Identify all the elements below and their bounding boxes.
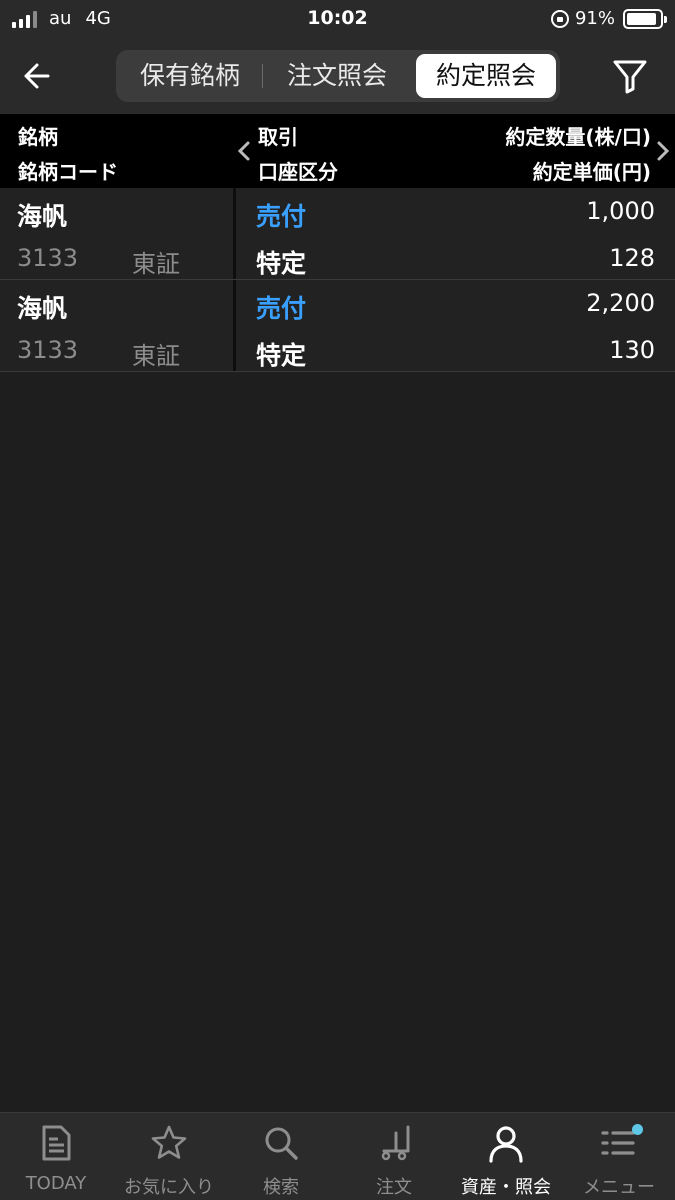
tab-label: 資産・照会: [461, 1177, 551, 1198]
tab-today[interactable]: TODAY: [0, 1113, 112, 1200]
column-divider: [233, 280, 236, 371]
market-label: 東証: [132, 250, 180, 278]
col-quantity: 約定数量(株/口): [505, 125, 651, 149]
person-icon: [489, 1126, 523, 1163]
chevron-right-icon[interactable]: [653, 140, 673, 162]
tab-holdings[interactable]: 保有銘柄: [120, 54, 260, 98]
trade-type: 売付: [256, 294, 307, 323]
tab-label: メニュー: [583, 1177, 655, 1198]
table-row[interactable]: 海帆 3133 東証 売付 特定 2,200 130: [0, 280, 675, 372]
col-code: 銘柄コード: [18, 160, 118, 184]
stock-name: 海帆: [17, 202, 68, 231]
tab-menu[interactable]: メニュー: [563, 1113, 675, 1200]
segment-control: 保有銘柄 注文照会 約定照会: [116, 50, 560, 102]
tab-label: 検索: [263, 1177, 299, 1198]
col-trade: 取引: [258, 125, 298, 149]
tab-executions[interactable]: 約定照会: [416, 54, 556, 98]
bottom-tab-bar: TODAY お気に入り 検索 注文 資産・照会 メニュー: [0, 1112, 675, 1200]
executed-price: 130: [609, 336, 655, 364]
execution-list: 海帆 3133 東証 売付 特定 1,000 128 海帆 3133 東証 売付…: [0, 188, 675, 372]
trade-type: 売付: [256, 202, 307, 231]
filter-icon[interactable]: [610, 56, 650, 96]
battery-icon: [623, 8, 667, 29]
col-account: 口座区分: [258, 160, 338, 184]
tab-orders[interactable]: 注文照会: [266, 54, 408, 98]
col-price: 約定単価(円): [532, 160, 651, 184]
column-header: 銘柄 銘柄コード 取引 口座区分 約定数量(株/口) 約定単価(円): [0, 114, 675, 188]
executed-price: 128: [609, 244, 655, 272]
tab-assets[interactable]: 資産・照会: [450, 1113, 562, 1200]
account-type: 特定: [256, 249, 307, 278]
battery-percent: 91%: [574, 8, 615, 29]
executed-quantity: 1,000: [586, 197, 655, 225]
cart-icon: [381, 1125, 410, 1161]
chevron-left-icon[interactable]: [234, 140, 254, 162]
executed-quantity: 2,200: [586, 289, 655, 317]
table-row[interactable]: 海帆 3133 東証 売付 特定 1,000 128: [0, 188, 675, 280]
orientation-lock-icon: [550, 9, 569, 28]
stock-code: 3133: [17, 244, 79, 272]
back-arrow-icon[interactable]: [18, 56, 58, 96]
status-bar: au 4G 10:02 91%: [0, 0, 675, 38]
search-icon: [265, 1127, 298, 1160]
star-icon: [151, 1125, 187, 1159]
col-name: 銘柄: [18, 125, 58, 149]
news-icon: [42, 1125, 71, 1161]
notification-dot: [632, 1124, 643, 1135]
stock-name: 海帆: [17, 294, 68, 323]
tab-label: TODAY: [25, 1173, 87, 1194]
header: 保有銘柄 注文照会 約定照会: [0, 38, 675, 114]
tab-order[interactable]: 注文: [338, 1113, 450, 1200]
segment-divider: [262, 64, 263, 88]
tab-label: お気に入り: [124, 1177, 214, 1198]
market-label: 東証: [132, 342, 180, 370]
stock-code: 3133: [17, 336, 79, 364]
tab-label: 注文: [376, 1177, 412, 1198]
tab-favorites[interactable]: お気に入り: [113, 1113, 225, 1200]
account-type: 特定: [256, 341, 307, 370]
column-divider: [233, 188, 236, 279]
tab-search[interactable]: 検索: [225, 1113, 337, 1200]
